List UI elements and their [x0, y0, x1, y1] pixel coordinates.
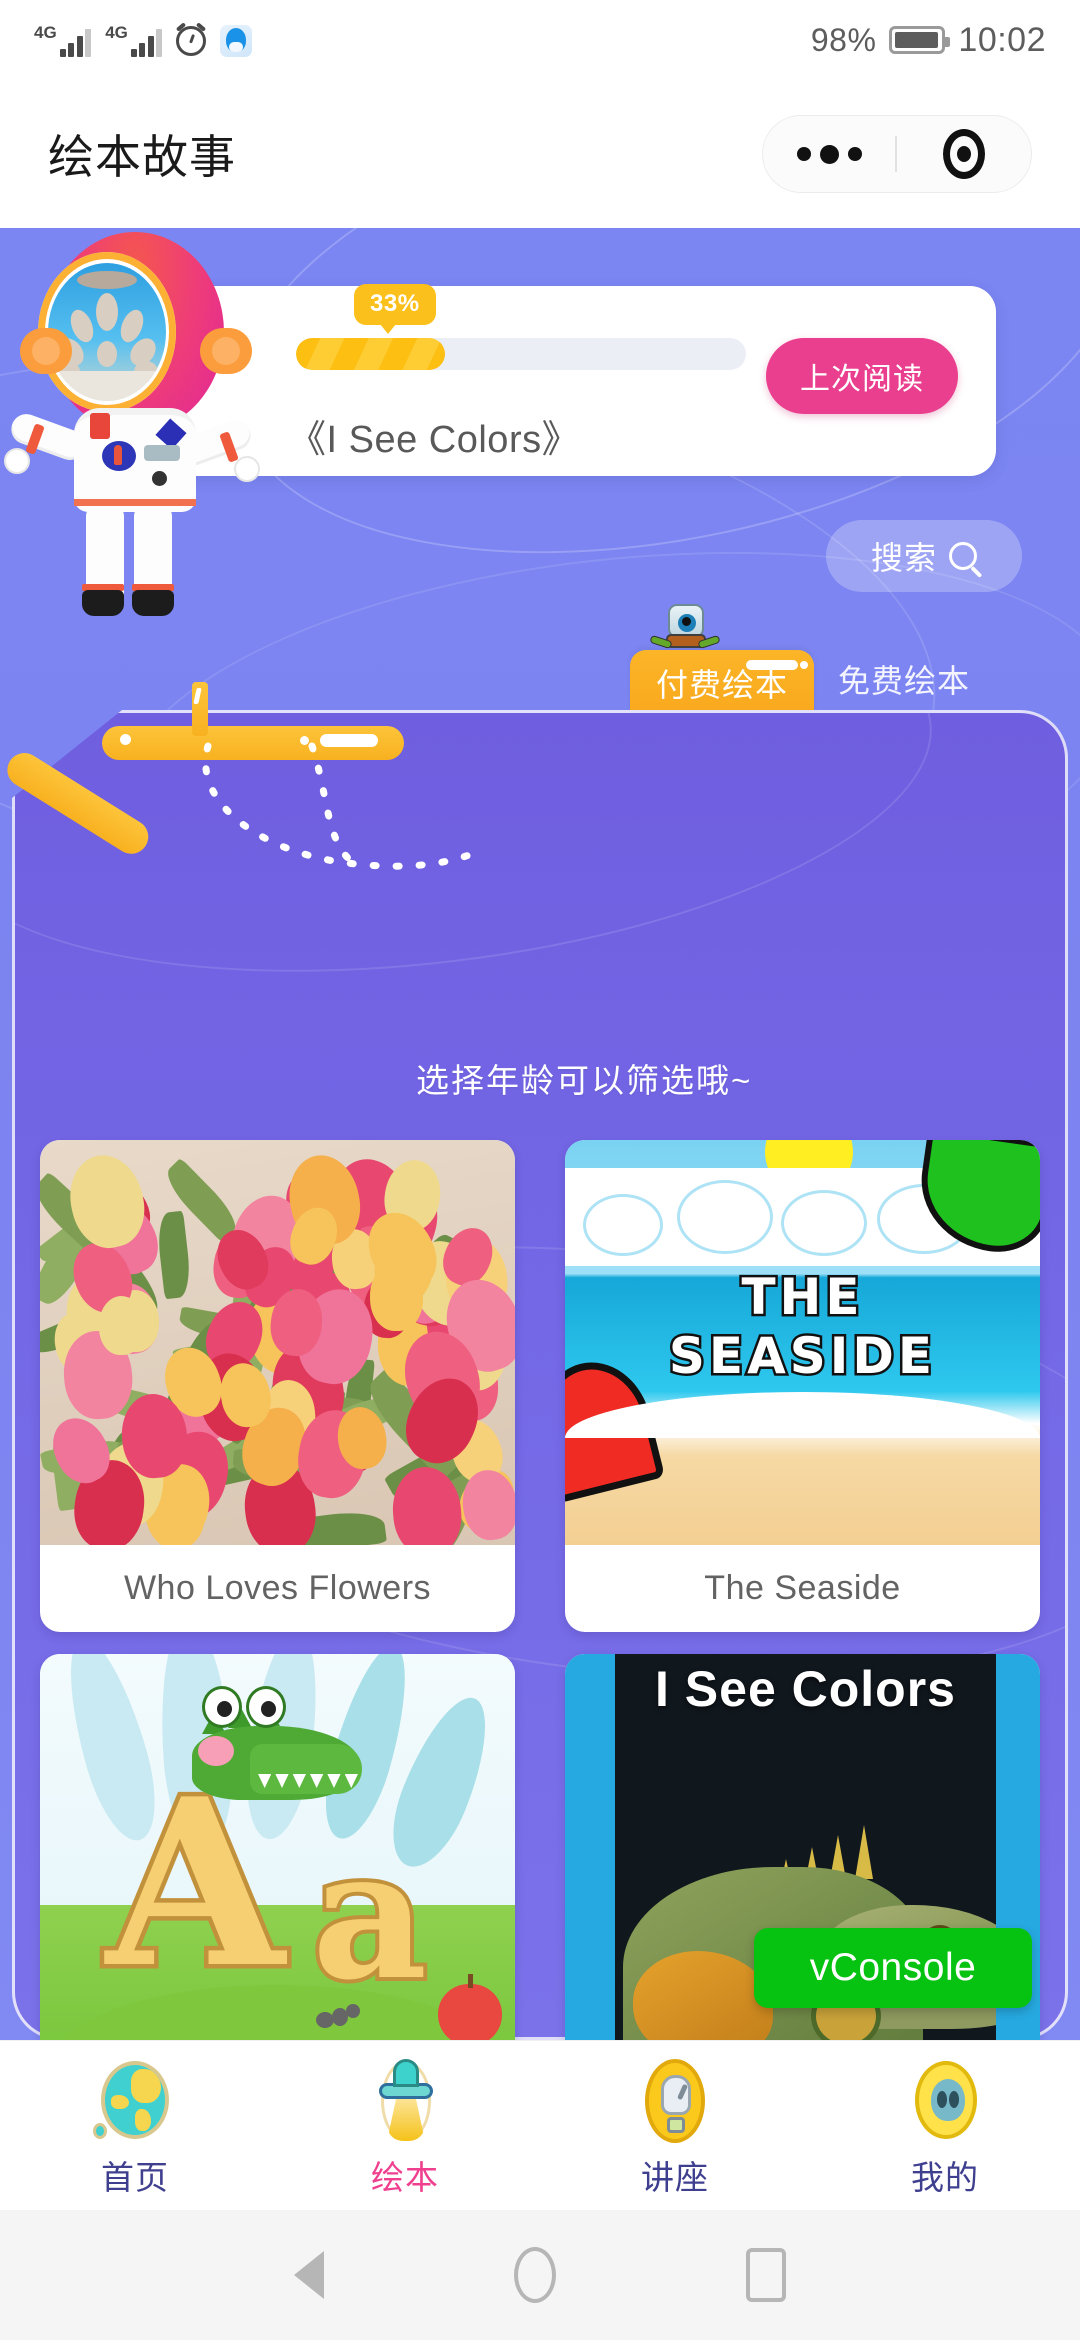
helmet-side-left [20, 328, 72, 374]
miniprogram-capsule[interactable] [762, 115, 1032, 193]
tabbar-label-books: 绘本 [371, 2151, 439, 2199]
tab-free-label: 免费绘本 [838, 656, 970, 702]
search-icon [949, 542, 977, 570]
status-bar-right: 98% 10:02 [811, 21, 1046, 60]
tabbar-item-lectures[interactable]: 讲座 [540, 2041, 810, 2199]
planet-icon [93, 2059, 177, 2143]
handle-flag [192, 682, 208, 736]
signal-4g-icon-2: 4G [105, 24, 162, 57]
book-title: Who Loves Flowers [40, 1545, 515, 1632]
status-bar-clock: 10:02 [958, 21, 1046, 60]
battery-icon [889, 26, 945, 54]
signal-bars-2 [131, 27, 163, 57]
status-bar: 4G 4G 98% 10:02 [0, 0, 1080, 80]
tabbar-item-books[interactable]: 绘本 [270, 2041, 540, 2199]
status-bar-left: 4G 4G [34, 24, 252, 57]
signal-bars-1 [60, 27, 92, 57]
helmet-side-right [200, 328, 252, 374]
progress-track [296, 338, 746, 370]
alien-face-icon [903, 2059, 987, 2143]
book-card[interactable]: A a [40, 1654, 515, 2040]
network-label-2: 4G [105, 24, 128, 41]
progress-fill [296, 338, 445, 370]
age-filter-handle[interactable] [10, 708, 430, 838]
alarm-clock-icon [176, 26, 206, 56]
tabbar-label-profile: 我的 [911, 2151, 979, 2199]
book-card[interactable]: Who Loves Flowers [40, 1140, 515, 1632]
astronaut-glove-right [234, 456, 260, 482]
current-book-title: 《I See Colors》 [288, 408, 580, 463]
cover-letter-a: a [312, 1844, 427, 1986]
progress-percent-badge: 33% [354, 284, 436, 325]
crocodile-illustration [158, 1682, 368, 1832]
astronaut-glove-left [4, 448, 30, 474]
dashed-arrow-icon [200, 742, 480, 882]
last-read-button[interactable]: 上次阅读 [766, 338, 958, 414]
network-label-1: 4G [34, 24, 57, 41]
recents-square-icon[interactable] [746, 2248, 786, 2302]
ant-illustration [316, 2000, 372, 2040]
apple-illustration [438, 1984, 502, 2040]
helmet-glass-image [48, 263, 166, 401]
astronaut-boot-right [132, 590, 174, 616]
astronaut-suit [74, 408, 196, 512]
ellipsis-icon[interactable] [763, 145, 895, 164]
search-button[interactable]: 搜索 [826, 520, 1022, 592]
book-card[interactable]: THESEASIDE The Seaside [565, 1140, 1040, 1632]
signal-4g-icon: 4G [34, 24, 91, 57]
app-header: 绘本故事 [0, 80, 1080, 228]
app-body: 33% 《I See Colors》 上次阅读 [0, 228, 1080, 2040]
back-triangle-icon[interactable] [294, 2251, 324, 2299]
tabbar-label-lectures: 讲座 [641, 2151, 709, 2199]
eye-robot-icon [658, 604, 714, 654]
android-nav-bar [0, 2210, 1080, 2340]
search-label: 搜索 [871, 533, 937, 579]
book-grid: Who Loves Flowers THESEASIDE The Seaside [40, 1140, 1040, 2040]
weather-cloud-icon [220, 25, 252, 57]
home-circle-icon[interactable] [514, 2247, 556, 2303]
astronaut-boot-left [82, 590, 124, 616]
book-cover-image: THESEASIDE [565, 1140, 1040, 1545]
category-tabs: 付费绘本 免费绘本 [0, 626, 1080, 716]
reading-progress: 33% [296, 338, 746, 370]
age-filter-hint: 选择年龄可以筛选哦~ [416, 1054, 752, 1102]
lecture-pod-icon [633, 2059, 717, 2143]
target-circle-icon[interactable] [897, 129, 1031, 179]
book-cover-image: A a [40, 1654, 515, 2040]
tabbar-label-home: 首页 [101, 2151, 169, 2199]
book-cover-image [40, 1140, 515, 1545]
tab-free-books[interactable]: 免费绘本 [838, 656, 970, 702]
vconsole-button[interactable]: vConsole [754, 1928, 1032, 2008]
cover-text: I See Colors [615, 1660, 996, 1718]
astronaut-mascot [18, 232, 253, 617]
ufo-icon [363, 2059, 447, 2143]
book-title: The Seaside [565, 1545, 1040, 1632]
battery-percent: 98% [811, 22, 877, 59]
tab-paid-books[interactable]: 付费绘本 [630, 650, 814, 716]
bottom-tab-bar: 首页 绘本 讲座 我的 [0, 2040, 1080, 2210]
tabbar-item-home[interactable]: 首页 [0, 2041, 270, 2199]
tabbar-item-profile[interactable]: 我的 [810, 2041, 1080, 2199]
cover-text: THESEASIDE [565, 1268, 1040, 1386]
page-title: 绘本故事 [48, 121, 236, 187]
